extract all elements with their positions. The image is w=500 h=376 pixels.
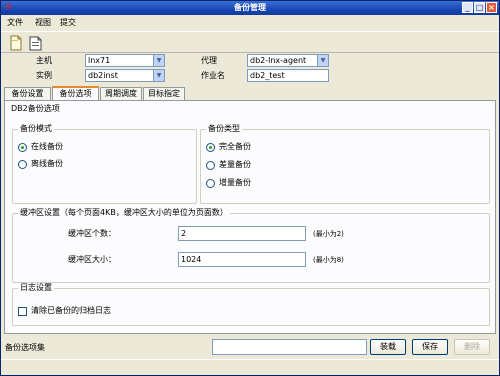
menu-file[interactable]: 文件: [7, 18, 23, 28]
differential-backup-label: 差量备份: [219, 160, 251, 169]
chevron-down-icon[interactable]: ▼: [153, 55, 164, 66]
radio-differential-backup[interactable]: [206, 161, 215, 170]
radio-offline-backup[interactable]: [18, 160, 27, 169]
proxy-value: db2-lnx-agent: [250, 56, 307, 65]
open-document-icon[interactable]: [27, 34, 45, 52]
host-label: 主机: [36, 56, 52, 65]
chevron-down-icon[interactable]: ▼: [153, 70, 164, 81]
backup-options-panel: DB2备份选项 备份模式 在线备份 离线备份 备份类型 完全备份 差量备份 增量…: [4, 100, 496, 334]
job-name-field[interactable]: db2_test: [247, 69, 329, 82]
delete-button[interactable]: 删除: [454, 339, 490, 355]
menu-view[interactable]: 视图: [35, 18, 51, 28]
tab-target[interactable]: 目标指定: [143, 87, 185, 100]
radio-online-backup[interactable]: [18, 143, 27, 152]
options-set-label: 备份选项集: [5, 343, 45, 352]
log-settings-title: 日志设置: [18, 283, 54, 293]
tab-backup-settings[interactable]: 备份设置: [4, 87, 51, 100]
full-backup-label: 完全备份: [219, 142, 251, 151]
instance-value: db2inst: [88, 71, 118, 80]
backup-type-group: 备份类型 完全备份 差量备份 增量备份: [200, 124, 490, 204]
proxy-label: 代理: [201, 56, 217, 65]
radio-incremental-backup[interactable]: [206, 179, 215, 188]
backup-mode-group: 备份模式 在线备份 离线备份: [12, 124, 197, 204]
buffer-count-input[interactable]: 2: [178, 226, 306, 241]
offline-backup-label: 离线备份: [31, 159, 63, 168]
instance-label: 实例: [36, 71, 52, 80]
online-backup-label: 在线备份: [31, 142, 63, 151]
buffer-count-hint: (最小为2): [313, 230, 344, 238]
tab-backup-options[interactable]: 备份选项: [52, 86, 99, 101]
options-set-field[interactable]: [212, 339, 367, 355]
buffer-settings-title: 缓冲区设置（每个页面4KB，缓冲区大小的单位为页面数）: [18, 208, 230, 218]
save-button[interactable]: 保存: [412, 339, 448, 355]
clear-archive-log-checkbox[interactable]: [18, 307, 27, 316]
buffer-count-label: 缓冲区个数：: [68, 229, 116, 238]
maximize-button[interactable]: □: [474, 2, 485, 13]
log-settings-group: 日志设置 清除已备份的归档日志: [12, 283, 490, 326]
host-combo[interactable]: lnx71 ▼: [85, 54, 165, 67]
clear-archive-log-label: 清除已备份的归档日志: [31, 306, 111, 315]
buffer-settings-group: 缓冲区设置（每个页面4KB，缓冲区大小的单位为页面数） 缓冲区个数： 2 (最小…: [12, 208, 490, 283]
buffer-size-hint: (最小为8): [313, 256, 344, 264]
job-label: 作业名: [201, 71, 225, 80]
minimize-button[interactable]: _: [462, 2, 473, 13]
incremental-backup-label: 增量备份: [219, 178, 251, 187]
buffer-size-input[interactable]: 1024: [178, 252, 306, 267]
chevron-down-icon[interactable]: ▼: [317, 55, 328, 66]
tab-schedule[interactable]: 周期调度: [100, 87, 142, 100]
proxy-combo[interactable]: db2-lnx-agent ▼: [247, 54, 329, 67]
load-button[interactable]: 装载: [370, 339, 406, 355]
buffer-size-label: 缓冲区大小：: [68, 255, 116, 264]
toolbar: [1, 31, 499, 53]
menu-bar: 文件 视图 提交: [1, 16, 499, 30]
new-document-icon[interactable]: [7, 34, 25, 52]
backup-type-title: 备份类型: [206, 124, 242, 134]
panel-title: DB2备份选项: [11, 104, 60, 113]
status-bar: [1, 359, 499, 375]
menu-submit[interactable]: 提交: [60, 18, 76, 28]
radio-full-backup[interactable]: [206, 143, 215, 152]
title-bar[interactable]: ♔ 备份管理 _ □ ×: [1, 1, 499, 15]
host-value: lnx71: [88, 56, 111, 65]
instance-combo[interactable]: db2inst ▼: [85, 69, 165, 82]
backup-mode-title: 备份模式: [18, 124, 54, 134]
window-title: 备份管理: [234, 3, 266, 12]
close-button[interactable]: ×: [486, 2, 497, 13]
backup-manager-window: ♔ 备份管理 _ □ × 文件 视图 提交 主机 lnx71 ▼ 代理 db2-…: [0, 0, 500, 376]
